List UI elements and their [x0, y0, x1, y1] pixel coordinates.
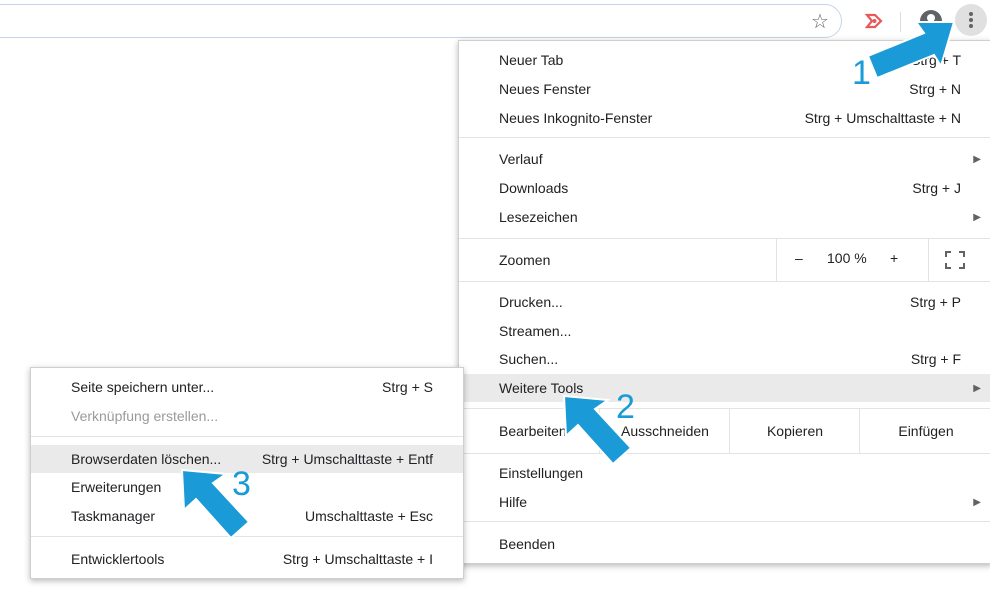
submenu-arrow-icon: ▶: [973, 496, 981, 508]
callout-number-2: 2: [616, 388, 635, 426]
menu-separator: [31, 436, 463, 437]
menu-item-downloads[interactable]: Downloads Strg + J: [459, 175, 990, 201]
menu-item-help[interactable]: Hilfe ▶: [459, 489, 990, 515]
zoom-in-button[interactable]: +: [890, 250, 898, 266]
submenu-item-save-page[interactable]: Seite speichern unter... Strg + S: [31, 374, 463, 400]
menu-item-more-tools[interactable]: Weitere Tools ▶: [459, 374, 990, 402]
callout-number-3: 3: [232, 465, 251, 503]
zoom-controls: – 100 % +: [776, 239, 929, 281]
menu-separator: [459, 137, 990, 138]
menu-separator: [459, 521, 990, 522]
copy-button[interactable]: Kopieren: [729, 409, 860, 453]
menu-item-bookmarks[interactable]: Lesezeichen ▶: [459, 204, 990, 230]
menu-item-cast[interactable]: Streamen...: [459, 318, 990, 344]
star-icon[interactable]: ☆: [808, 9, 832, 33]
submenu-item-create-shortcut[interactable]: Verknüpfung erstellen...: [31, 403, 463, 429]
menu-item-settings[interactable]: Einstellungen: [459, 460, 990, 486]
menu-separator: [459, 453, 990, 454]
zoom-level: 100 %: [827, 250, 867, 266]
paste-button[interactable]: Einfügen: [859, 409, 990, 453]
submenu-arrow-icon: ▶: [973, 211, 981, 223]
menu-item-history[interactable]: Verlauf ▶: [459, 146, 990, 172]
fullscreen-icon: [945, 251, 965, 269]
submenu-arrow-icon: ▶: [973, 382, 981, 394]
submenu-item-developer-tools[interactable]: Entwicklertools Strg + Umschalttaste + I: [31, 546, 463, 572]
fullscreen-button[interactable]: [928, 239, 990, 281]
menu-separator: [459, 281, 990, 282]
menu-item-incognito[interactable]: Neues Inkognito-Fenster Strg + Umschaltt…: [459, 105, 990, 131]
menu-item-exit[interactable]: Beenden: [459, 531, 990, 557]
zoom-out-button[interactable]: –: [795, 250, 803, 266]
callout-number-1: 1: [852, 54, 871, 92]
submenu-arrow-icon: ▶: [973, 153, 981, 165]
menu-item-print[interactable]: Drucken... Strg + P: [459, 289, 990, 315]
chrome-main-menu: Neuer Tab Strg + T Neues Fenster Strg + …: [458, 40, 990, 564]
menu-item-find[interactable]: Suchen... Strg + F: [459, 346, 990, 372]
callout-arrow-1-icon: [866, 21, 956, 80]
address-bar[interactable]: [0, 4, 842, 38]
